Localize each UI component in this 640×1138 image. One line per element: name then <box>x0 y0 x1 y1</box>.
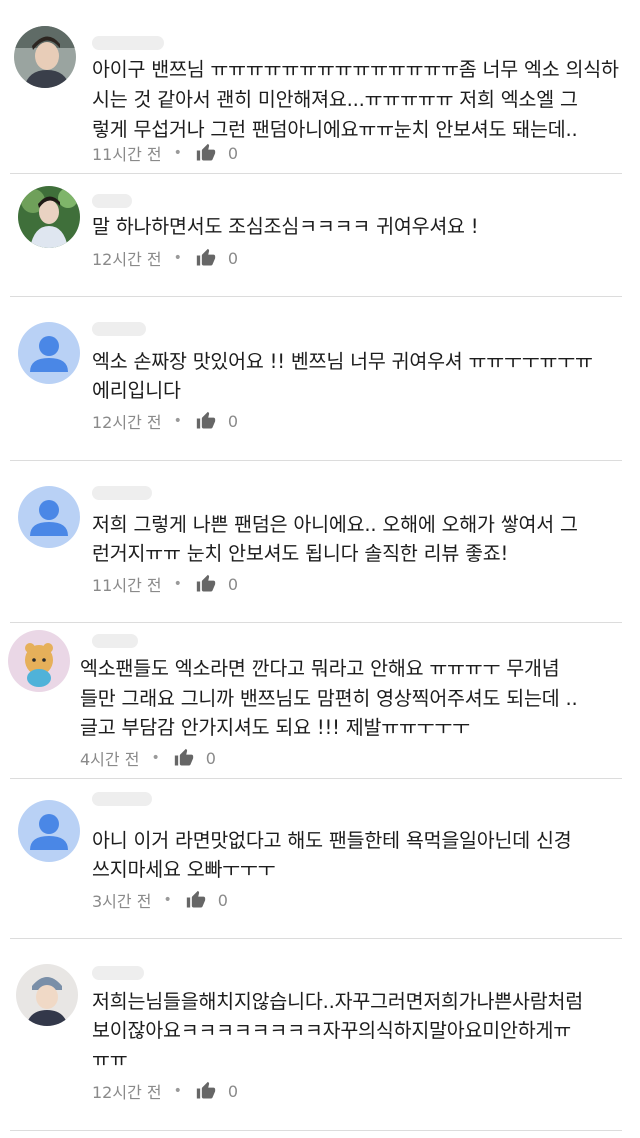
default-avatar-icon <box>18 800 80 862</box>
thumbs-up-icon[interactable] <box>196 1081 216 1101</box>
comment-text-line: 엑소팬들도 엑소라면 깐다고 뭐라고 안해요 ㅠㅠㅠㅜ 무개념 <box>80 657 560 680</box>
comment-text-line: 시는 것 같아서 괜히 미안해져요...ㅠㅠㅠㅠㅠ 저희 엑소엘 그 <box>92 88 578 111</box>
profile-photo-icon <box>8 630 70 692</box>
like-count: 0 <box>217 890 228 910</box>
profile-photo-icon <box>14 26 76 88</box>
comment-timestamp: 12시간 전 <box>92 250 162 269</box>
author-name <box>92 322 146 336</box>
thumbs-up-icon[interactable] <box>186 890 206 910</box>
separator-dot: • <box>163 892 172 908</box>
author-name <box>92 792 152 806</box>
comment-meta: 12시간 전 • 0 <box>92 1079 238 1103</box>
like-count: 0 <box>205 748 216 768</box>
separator-dot: • <box>173 576 182 592</box>
comment-text-line: 아니 이거 라면맛없다고 해도 팬들한테 욕먹을일아닌데 신경 <box>92 829 572 852</box>
comment-text-line: 보이잖아요ㅋㅋㅋㅋㅋㅋㅋㅋ자꾸의식하지말아요미안하게ㅠ <box>92 1019 571 1042</box>
comment-meta: 12시간 전 • 0 <box>92 246 238 270</box>
comment-divider <box>10 173 622 174</box>
comment-divider <box>10 460 622 461</box>
like-count: 0 <box>227 248 239 268</box>
comment-meta: 12시간 전 • 0 <box>92 409 238 433</box>
commenter-avatar[interactable] <box>18 186 80 248</box>
profile-photo-icon <box>16 964 78 1026</box>
commenter-avatar[interactable] <box>18 486 80 548</box>
author-name <box>92 486 152 500</box>
comment-meta: 4시간 전 • 0 <box>80 746 216 770</box>
comment-text-line: 엑소 손짜장 맛있어요 !! 벤쯔님 너무 귀여우셔 ㅠㅠㅜㅜㅠㅜㅠ <box>92 350 593 373</box>
thumbs-up-icon[interactable] <box>174 748 194 768</box>
separator-dot: • <box>173 1083 182 1099</box>
commenter-avatar[interactable] <box>14 26 76 88</box>
default-avatar-icon <box>18 486 80 548</box>
comment-meta: 11시간 전 • 0 <box>92 572 238 596</box>
profile-photo-icon <box>18 186 80 248</box>
comment-divider <box>10 622 622 623</box>
commenter-avatar[interactable] <box>8 630 70 692</box>
author-name <box>92 966 144 980</box>
comment-timestamp: 11시간 전 <box>92 576 162 595</box>
comment-divider <box>10 938 622 939</box>
thumbs-up-icon[interactable] <box>196 143 216 163</box>
like-count: 0 <box>227 411 239 431</box>
commenter-avatar[interactable] <box>18 322 80 384</box>
comment-text-line: 글고 부담감 안가지셔도 되요 !!! 제발ㅠㅠㅜㅜㅜ <box>80 716 470 739</box>
like-count: 0 <box>227 574 239 594</box>
author-name <box>92 36 164 50</box>
comment-text-line: 아이구 밴쯔님 ㅠㅠㅠㅠㅠㅠㅠㅠㅠㅠㅠㅠㅠㅠ좀 너무 엑소 의식하 <box>92 58 619 81</box>
comment-text-line: 에리입니다 <box>92 379 181 402</box>
comment-text-line: 쓰지마세요 오빠ㅜㅜㅜ <box>92 858 276 881</box>
commenter-avatar[interactable] <box>16 964 78 1026</box>
thumbs-up-icon[interactable] <box>196 248 216 268</box>
comment-text-line: 들만 그래요 그니까 밴쯔님도 맘편히 영상찍어주셔도 되는데 .. <box>80 687 578 710</box>
comment-divider <box>10 1130 622 1131</box>
commenter-avatar[interactable] <box>18 800 80 862</box>
comment-text-line: 저희 그렇게 나쁜 팬덤은 아니에요.. 오해에 오해가 쌓여서 그 <box>92 513 578 536</box>
separator-dot: • <box>151 750 160 766</box>
comment-text-line: ㅠㅠ <box>92 1048 128 1071</box>
comment-divider <box>10 296 622 297</box>
author-name <box>92 634 138 648</box>
comment-timestamp: 12시간 전 <box>92 1083 162 1102</box>
comment-text-line: 저희는님들을해치지않습니다..자꾸그러면저희가나쁜사람처럼 <box>92 990 583 1013</box>
thumbs-up-icon[interactable] <box>196 411 216 431</box>
comment-text-line: 런거지ㅠㅠ 눈치 안보셔도 됩니다 솔직한 리뷰 좋죠! <box>92 542 509 565</box>
separator-dot: • <box>173 413 182 429</box>
comment-divider <box>10 778 622 779</box>
comment-timestamp: 3시간 전 <box>92 892 152 911</box>
comment-meta: 11시간 전 • 0 <box>92 141 238 165</box>
comment-meta: 3시간 전 • 0 <box>92 888 228 912</box>
author-name <box>92 194 132 208</box>
comment-timestamp: 12시간 전 <box>92 413 162 432</box>
comment-timestamp: 4시간 전 <box>80 750 140 769</box>
separator-dot: • <box>173 145 182 161</box>
like-count: 0 <box>227 143 239 163</box>
like-count: 0 <box>227 1081 239 1101</box>
separator-dot: • <box>173 250 182 266</box>
thumbs-up-icon[interactable] <box>196 574 216 594</box>
comment-text-line: 말 하나하면서도 조심조심ㅋㅋㅋㅋ 귀여우셔요 ! <box>92 215 479 238</box>
comment-timestamp: 11시간 전 <box>92 145 162 164</box>
default-avatar-icon <box>18 322 80 384</box>
